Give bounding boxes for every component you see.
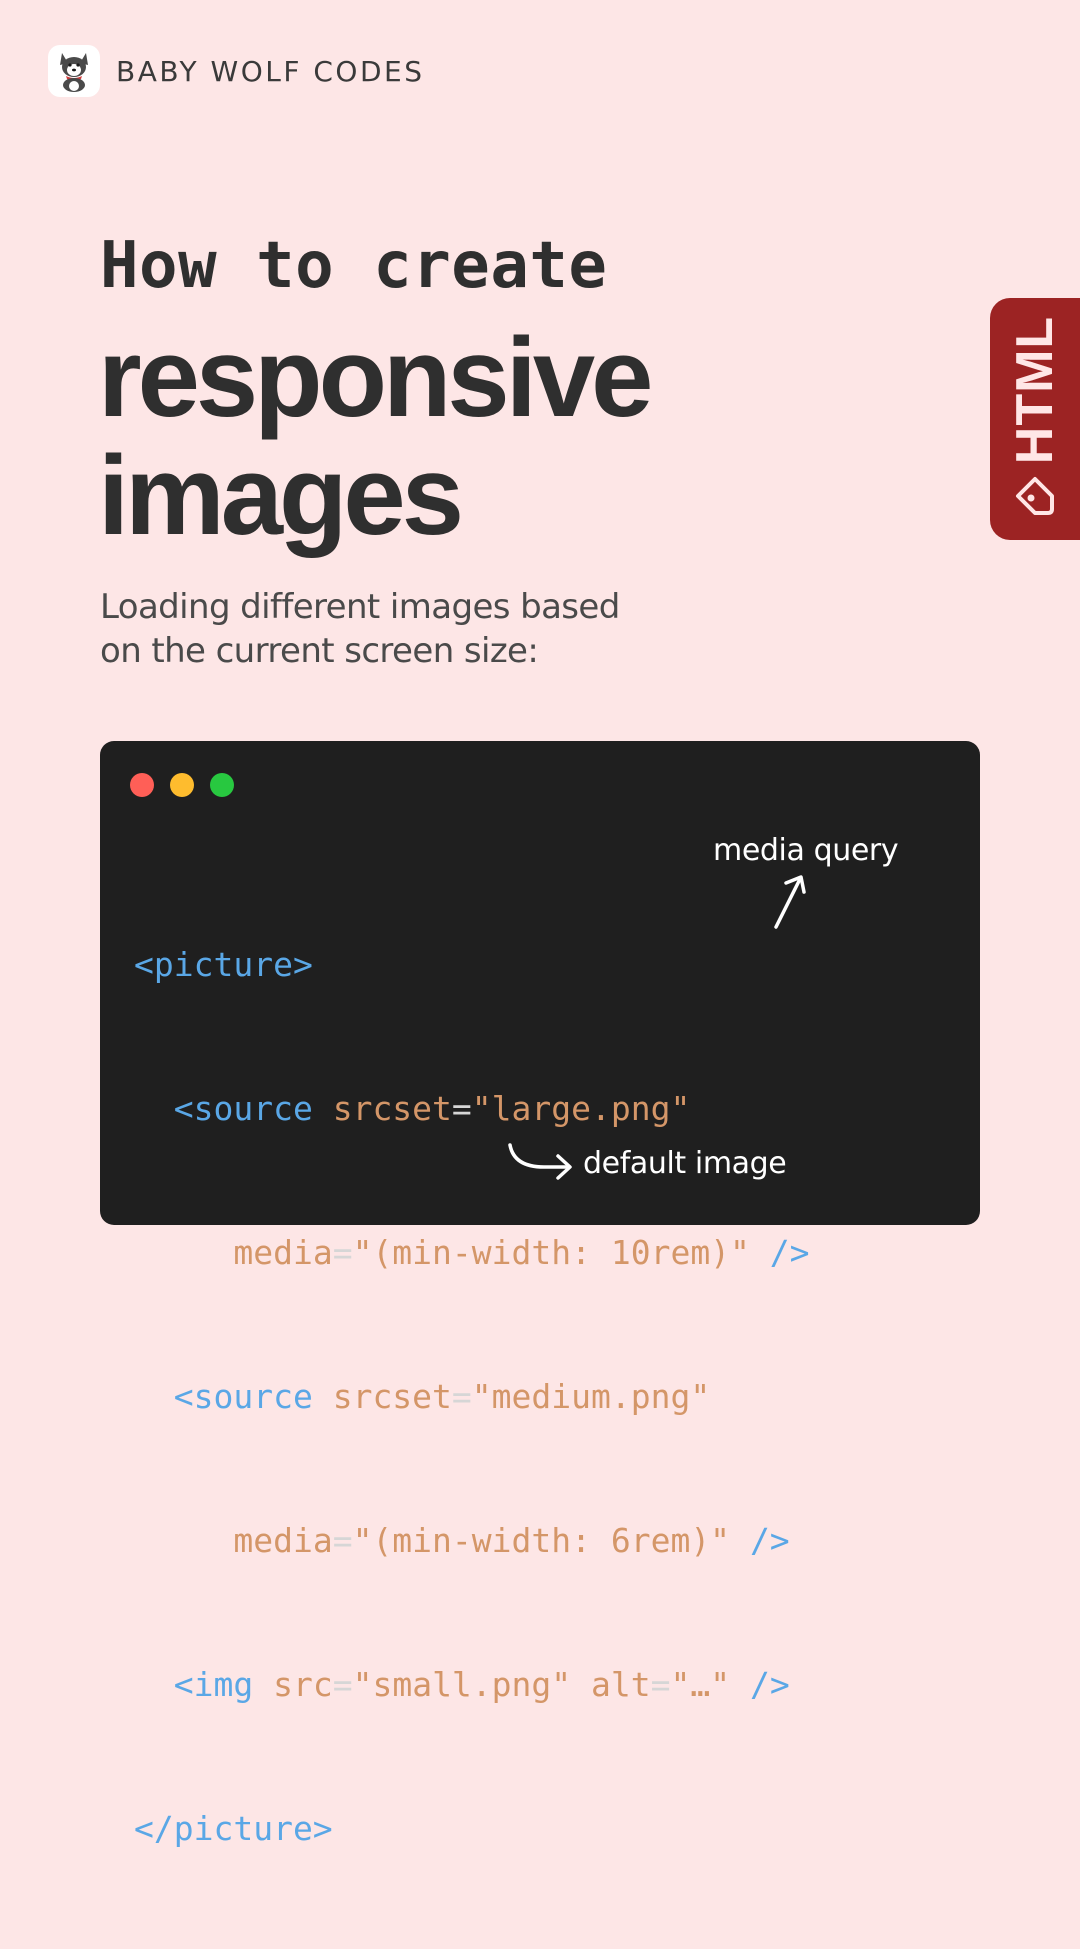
code-line-3: media="(min-width: 10rem)" /> bbox=[134, 1229, 810, 1277]
code-line-2: <source srcset="large.png" bbox=[134, 1085, 810, 1133]
code-token: srcset bbox=[332, 1377, 452, 1416]
html-tag: HTML bbox=[990, 298, 1080, 540]
code-token: "medium.png" bbox=[471, 1377, 711, 1416]
code-token: </picture> bbox=[134, 1809, 333, 1848]
tag-label: HTML bbox=[1006, 315, 1064, 465]
media-query-annotation: media query bbox=[713, 833, 899, 868]
code-token: = bbox=[451, 1089, 472, 1128]
close-dot bbox=[130, 773, 154, 797]
code-token: srcset bbox=[332, 1089, 452, 1128]
code-token: = bbox=[332, 1521, 353, 1560]
maximize-dot bbox=[210, 773, 234, 797]
code-token: = bbox=[650, 1665, 671, 1704]
code-token: src bbox=[273, 1665, 333, 1704]
code-token: alt bbox=[591, 1665, 651, 1704]
code-token: "…" bbox=[670, 1665, 731, 1704]
window-controls bbox=[130, 773, 250, 797]
arrow-up-icon bbox=[774, 875, 806, 929]
code-token: /> bbox=[769, 1233, 810, 1272]
code-window: <picture> <source srcset="large.png" med… bbox=[100, 741, 980, 1848]
code-block: <picture> <source srcset="large.png" med… bbox=[134, 845, 810, 1949]
code-token: media bbox=[233, 1233, 333, 1272]
code-token: <source bbox=[173, 1377, 313, 1416]
code-token: = bbox=[451, 1377, 472, 1416]
tag-icon bbox=[1016, 477, 1054, 515]
code-token: /> bbox=[749, 1665, 790, 1704]
curved-arrow-icon bbox=[508, 1143, 572, 1180]
code-token: <picture> bbox=[134, 945, 313, 984]
code-token: "small.png" bbox=[352, 1665, 572, 1704]
code-line-1: <picture> bbox=[134, 941, 810, 989]
title-line-3: images bbox=[98, 433, 464, 558]
code-token: "(min-width: 6rem)" bbox=[352, 1521, 731, 1560]
code-line-4: <source srcset="medium.png" bbox=[134, 1373, 810, 1421]
code-token: "large.png" bbox=[471, 1089, 691, 1128]
code-token: /> bbox=[749, 1521, 790, 1560]
code-token: media bbox=[233, 1521, 333, 1560]
default-image-annotation: default image bbox=[583, 1146, 787, 1181]
code-token: <img bbox=[173, 1665, 254, 1704]
code-token: = bbox=[332, 1233, 353, 1272]
code-token: = bbox=[332, 1665, 353, 1704]
brand: BABY WOLF CODES bbox=[48, 45, 425, 97]
subtitle-line-2: on the current screen size: bbox=[100, 631, 539, 671]
brand-name: BABY WOLF CODES bbox=[116, 54, 425, 88]
title-line-2: responsive bbox=[98, 315, 653, 440]
code-token: <source bbox=[173, 1089, 313, 1128]
subtitle-line-1: Loading different images based bbox=[100, 587, 620, 627]
code-line-6: <img src="small.png" alt="…" /> bbox=[134, 1661, 810, 1709]
code-line-5: media="(min-width: 6rem)" /> bbox=[134, 1517, 810, 1565]
code-line-7: </picture> bbox=[134, 1805, 810, 1853]
wolf-mascot-icon bbox=[48, 45, 100, 97]
title-line-1: How to create bbox=[100, 229, 608, 303]
code-token: "(min-width: 10rem)" bbox=[352, 1233, 750, 1272]
subtitle: Loading different images based on the cu… bbox=[100, 585, 740, 673]
minimize-dot bbox=[170, 773, 194, 797]
